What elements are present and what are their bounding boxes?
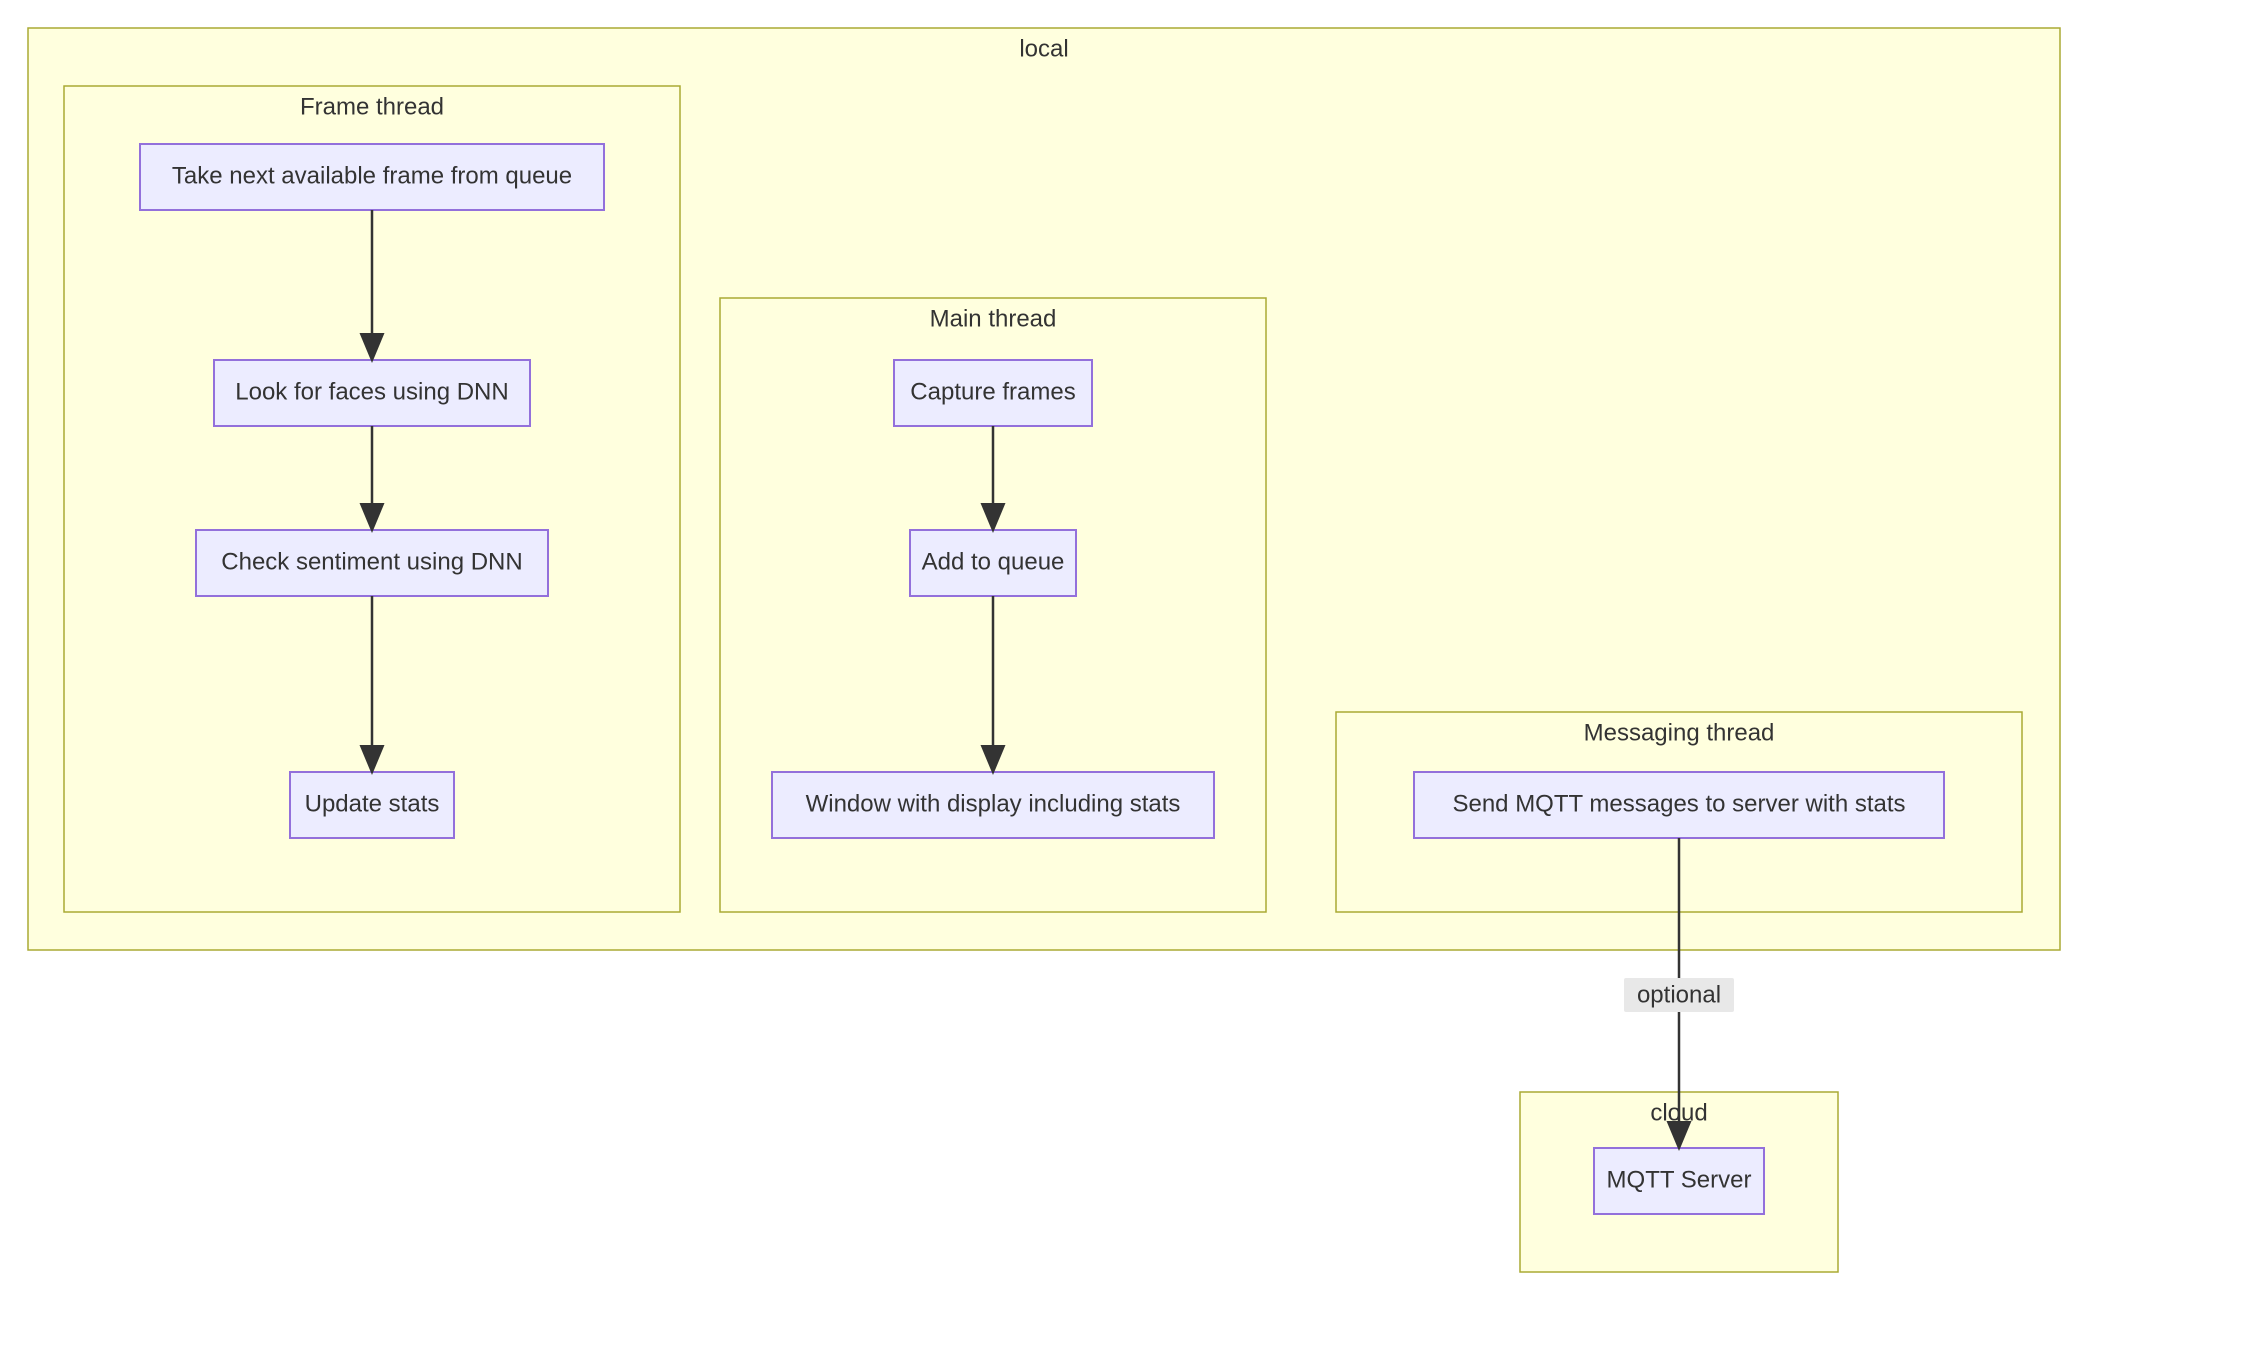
node-frame-step4-label: Update stats xyxy=(305,790,440,817)
node-frame-step1: Take next available frame from queue xyxy=(140,144,604,210)
node-msg-step1-label: Send MQTT messages to server with stats xyxy=(1452,790,1905,817)
node-main-step2-label: Add to queue xyxy=(922,548,1065,575)
node-main-step2: Add to queue xyxy=(910,530,1076,596)
node-msg-step1: Send MQTT messages to server with stats xyxy=(1414,772,1944,838)
node-mqtt-server-label: MQTT Server xyxy=(1607,1166,1752,1193)
node-main-step3: Window with display including stats xyxy=(772,772,1214,838)
node-frame-step2-label: Look for faces using DNN xyxy=(235,378,508,405)
node-frame-step2: Look for faces using DNN xyxy=(214,360,530,426)
node-frame-step3-label: Check sentiment using DNN xyxy=(221,548,522,575)
subgraph-frame-thread-label: Frame thread xyxy=(300,93,444,120)
node-frame-step3: Check sentiment using DNN xyxy=(196,530,548,596)
subgraph-messaging-thread-label: Messaging thread xyxy=(1584,719,1775,746)
subgraph-local-label: local xyxy=(1019,35,1068,62)
node-main-step1-label: Capture frames xyxy=(910,378,1075,405)
flowchart-diagram: local Frame thread Take next available f… xyxy=(0,0,2248,1346)
node-frame-step4: Update stats xyxy=(290,772,454,838)
edge-optional-label: optional xyxy=(1637,981,1721,1008)
node-main-step3-label: Window with display including stats xyxy=(806,790,1181,817)
node-main-step1: Capture frames xyxy=(894,360,1092,426)
subgraph-main-thread-label: Main thread xyxy=(930,305,1057,332)
node-frame-step1-label: Take next available frame from queue xyxy=(172,162,572,189)
node-mqtt-server: MQTT Server xyxy=(1594,1148,1764,1214)
